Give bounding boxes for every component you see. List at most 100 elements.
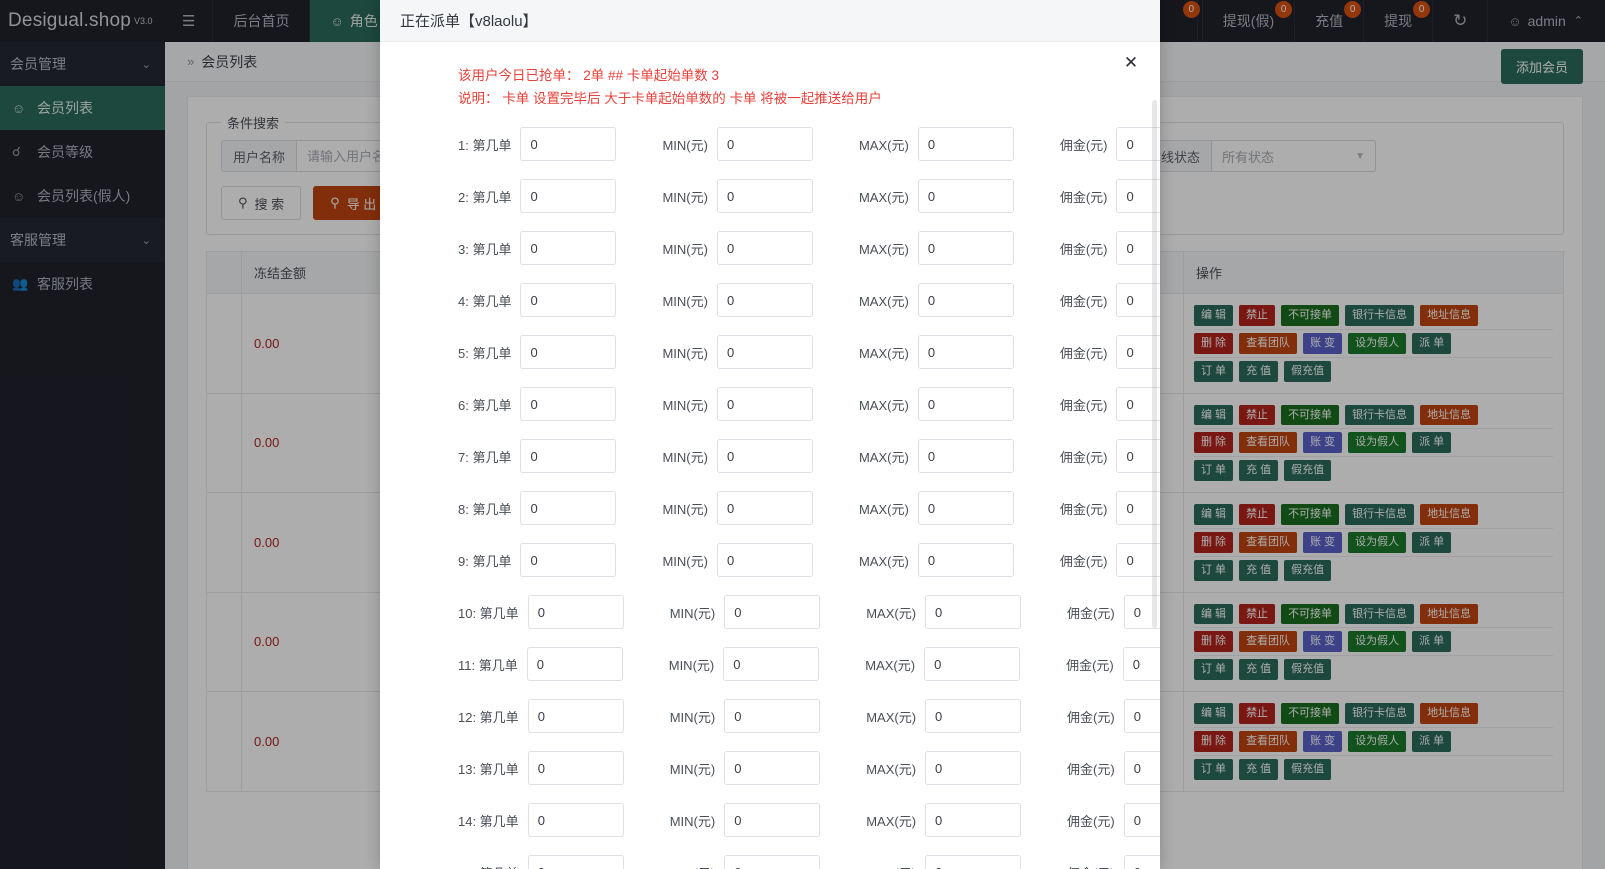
commission-label: 佣金(元): [1067, 813, 1115, 829]
close-icon[interactable]: ✕: [1120, 52, 1142, 74]
min-amount-input[interactable]: [716, 335, 813, 369]
max-amount-input[interactable]: [917, 387, 1014, 421]
order-number-input[interactable]: [527, 803, 624, 837]
max-label: MAX(元): [858, 501, 909, 517]
order-number-input[interactable]: [527, 855, 624, 869]
commission-label: 佣金(元): [1059, 449, 1108, 465]
notice-line-2: 说明： 卡单 设置完毕后 大于卡单起始单数的 卡单 将被一起推送给用户: [458, 91, 882, 106]
max-amount-input[interactable]: [917, 231, 1014, 265]
order-number-input[interactable]: [520, 127, 617, 161]
commission-label: 佣金(元): [1059, 293, 1108, 309]
max-amount-input[interactable]: [925, 751, 1022, 785]
row-index-label: 11: 第几单: [458, 657, 518, 673]
min-amount-input[interactable]: [724, 751, 821, 785]
order-number-input[interactable]: [520, 231, 617, 265]
card-order-row: 9: 第几单 MIN(元) MAX(元) 佣金(元): [380, 534, 1160, 586]
min-amount-input[interactable]: [724, 699, 821, 733]
min-label: MIN(元): [669, 605, 716, 621]
modal-title: 正在派单【v8laolu】: [400, 13, 538, 30]
max-label: MAX(元): [858, 137, 909, 153]
max-amount-input[interactable]: [925, 699, 1022, 733]
max-amount-input[interactable]: [917, 335, 1014, 369]
min-amount-input[interactable]: [716, 439, 813, 473]
order-number-input[interactable]: [520, 179, 617, 213]
commission-label: 佣金(元): [1059, 189, 1108, 205]
card-order-row: 4: 第几单 MIN(元) MAX(元) 佣金(元): [380, 274, 1160, 326]
max-label: MAX(元): [858, 241, 909, 257]
order-number-input[interactable]: [520, 439, 617, 473]
max-amount-input[interactable]: [917, 491, 1014, 525]
commission-label: 佣金(元): [1059, 397, 1108, 413]
min-label: MIN(元): [662, 553, 708, 569]
max-amount-input[interactable]: [917, 439, 1014, 473]
order-number-input[interactable]: [520, 335, 617, 369]
commission-input[interactable]: [1123, 803, 1160, 837]
min-amount-input[interactable]: [716, 387, 813, 421]
max-label: MAX(元): [866, 709, 917, 725]
max-amount-input[interactable]: [925, 803, 1022, 837]
max-label: MAX(元): [858, 553, 909, 569]
max-amount-input[interactable]: [924, 647, 1021, 681]
order-number-input[interactable]: [520, 283, 617, 317]
order-number-input[interactable]: [527, 699, 624, 733]
min-amount-input[interactable]: [716, 543, 813, 577]
max-amount-input[interactable]: [917, 127, 1014, 161]
commission-input[interactable]: [1122, 647, 1160, 681]
modal-header: 正在派单【v8laolu】: [380, 0, 1160, 42]
min-label: MIN(元): [662, 241, 708, 257]
max-amount-input[interactable]: [917, 543, 1014, 577]
card-order-row: 10: 第几单 MIN(元) MAX(元) 佣金(元): [380, 586, 1160, 638]
commission-label: 佣金(元): [1067, 761, 1115, 777]
row-index-label: 10: 第几单: [458, 605, 519, 621]
card-order-row: 1: 第几单 MIN(元) MAX(元) 佣金(元): [380, 118, 1160, 170]
commission-input[interactable]: [1123, 751, 1160, 785]
min-amount-input[interactable]: [716, 127, 813, 161]
order-number-input[interactable]: [520, 491, 617, 525]
max-label: MAX(元): [858, 449, 909, 465]
row-index-label: 7: 第几单: [458, 449, 512, 465]
min-amount-input[interactable]: [724, 803, 821, 837]
row-index-label: 3: 第几单: [458, 241, 512, 257]
row-index-label: 6: 第几单: [458, 397, 512, 413]
min-amount-input[interactable]: [716, 179, 813, 213]
row-index-label: 1: 第几单: [458, 137, 512, 153]
min-amount-input[interactable]: [724, 855, 821, 869]
modal-scrollbar[interactable]: [1152, 100, 1157, 628]
min-amount-input[interactable]: [716, 283, 813, 317]
min-amount-input[interactable]: [716, 491, 813, 525]
order-number-input[interactable]: [527, 751, 624, 785]
max-label: MAX(元): [858, 189, 909, 205]
max-label: MAX(元): [866, 605, 917, 621]
card-order-row: 15: 第几单 MIN(元) MAX(元) 佣金(元): [380, 846, 1160, 869]
min-label: MIN(元): [669, 813, 716, 829]
order-number-input[interactable]: [520, 387, 617, 421]
min-label: MIN(元): [624, 863, 725, 869]
min-amount-input[interactable]: [723, 647, 820, 681]
min-amount-input[interactable]: [724, 595, 821, 629]
commission-input[interactable]: [1123, 699, 1160, 733]
order-number-input[interactable]: [520, 543, 617, 577]
max-label: MAX(元): [865, 657, 916, 673]
min-amount-input[interactable]: [716, 231, 813, 265]
max-amount-input[interactable]: [917, 283, 1014, 317]
commission-input[interactable]: [1123, 855, 1160, 869]
card-order-row: 11: 第几单 MIN(元) MAX(元) 佣金(元): [380, 638, 1160, 690]
row-index-label: 13: 第几单: [458, 761, 519, 777]
max-amount-input[interactable]: [925, 595, 1022, 629]
max-label: MAX(元): [866, 761, 917, 777]
min-label: MIN(元): [669, 709, 716, 725]
max-label: MAX(元): [820, 863, 925, 869]
card-order-row: 3: 第几单 MIN(元) MAX(元) 佣金(元): [380, 222, 1160, 274]
card-order-row: 5: 第几单 MIN(元) MAX(元) 佣金(元): [380, 326, 1160, 378]
dispatch-order-modal: 正在派单【v8laolu】 ✕ 该用户今日已抢单： 2单 ## 卡单起始单数 3…: [380, 0, 1160, 869]
min-label: MIN(元): [669, 761, 716, 777]
order-number-input[interactable]: [526, 647, 623, 681]
card-order-row: 8: 第几单 MIN(元) MAX(元) 佣金(元): [380, 482, 1160, 534]
row-index-label: 14: 第几单: [458, 813, 519, 829]
card-order-row: 12: 第几单 MIN(元) MAX(元) 佣金(元): [380, 690, 1160, 742]
card-order-row: 13: 第几单 MIN(元) MAX(元) 佣金(元): [380, 742, 1160, 794]
order-number-input[interactable]: [527, 595, 624, 629]
max-amount-input[interactable]: [917, 179, 1014, 213]
max-amount-input[interactable]: [925, 855, 1022, 869]
row-index-label: 8: 第几单: [458, 501, 512, 517]
